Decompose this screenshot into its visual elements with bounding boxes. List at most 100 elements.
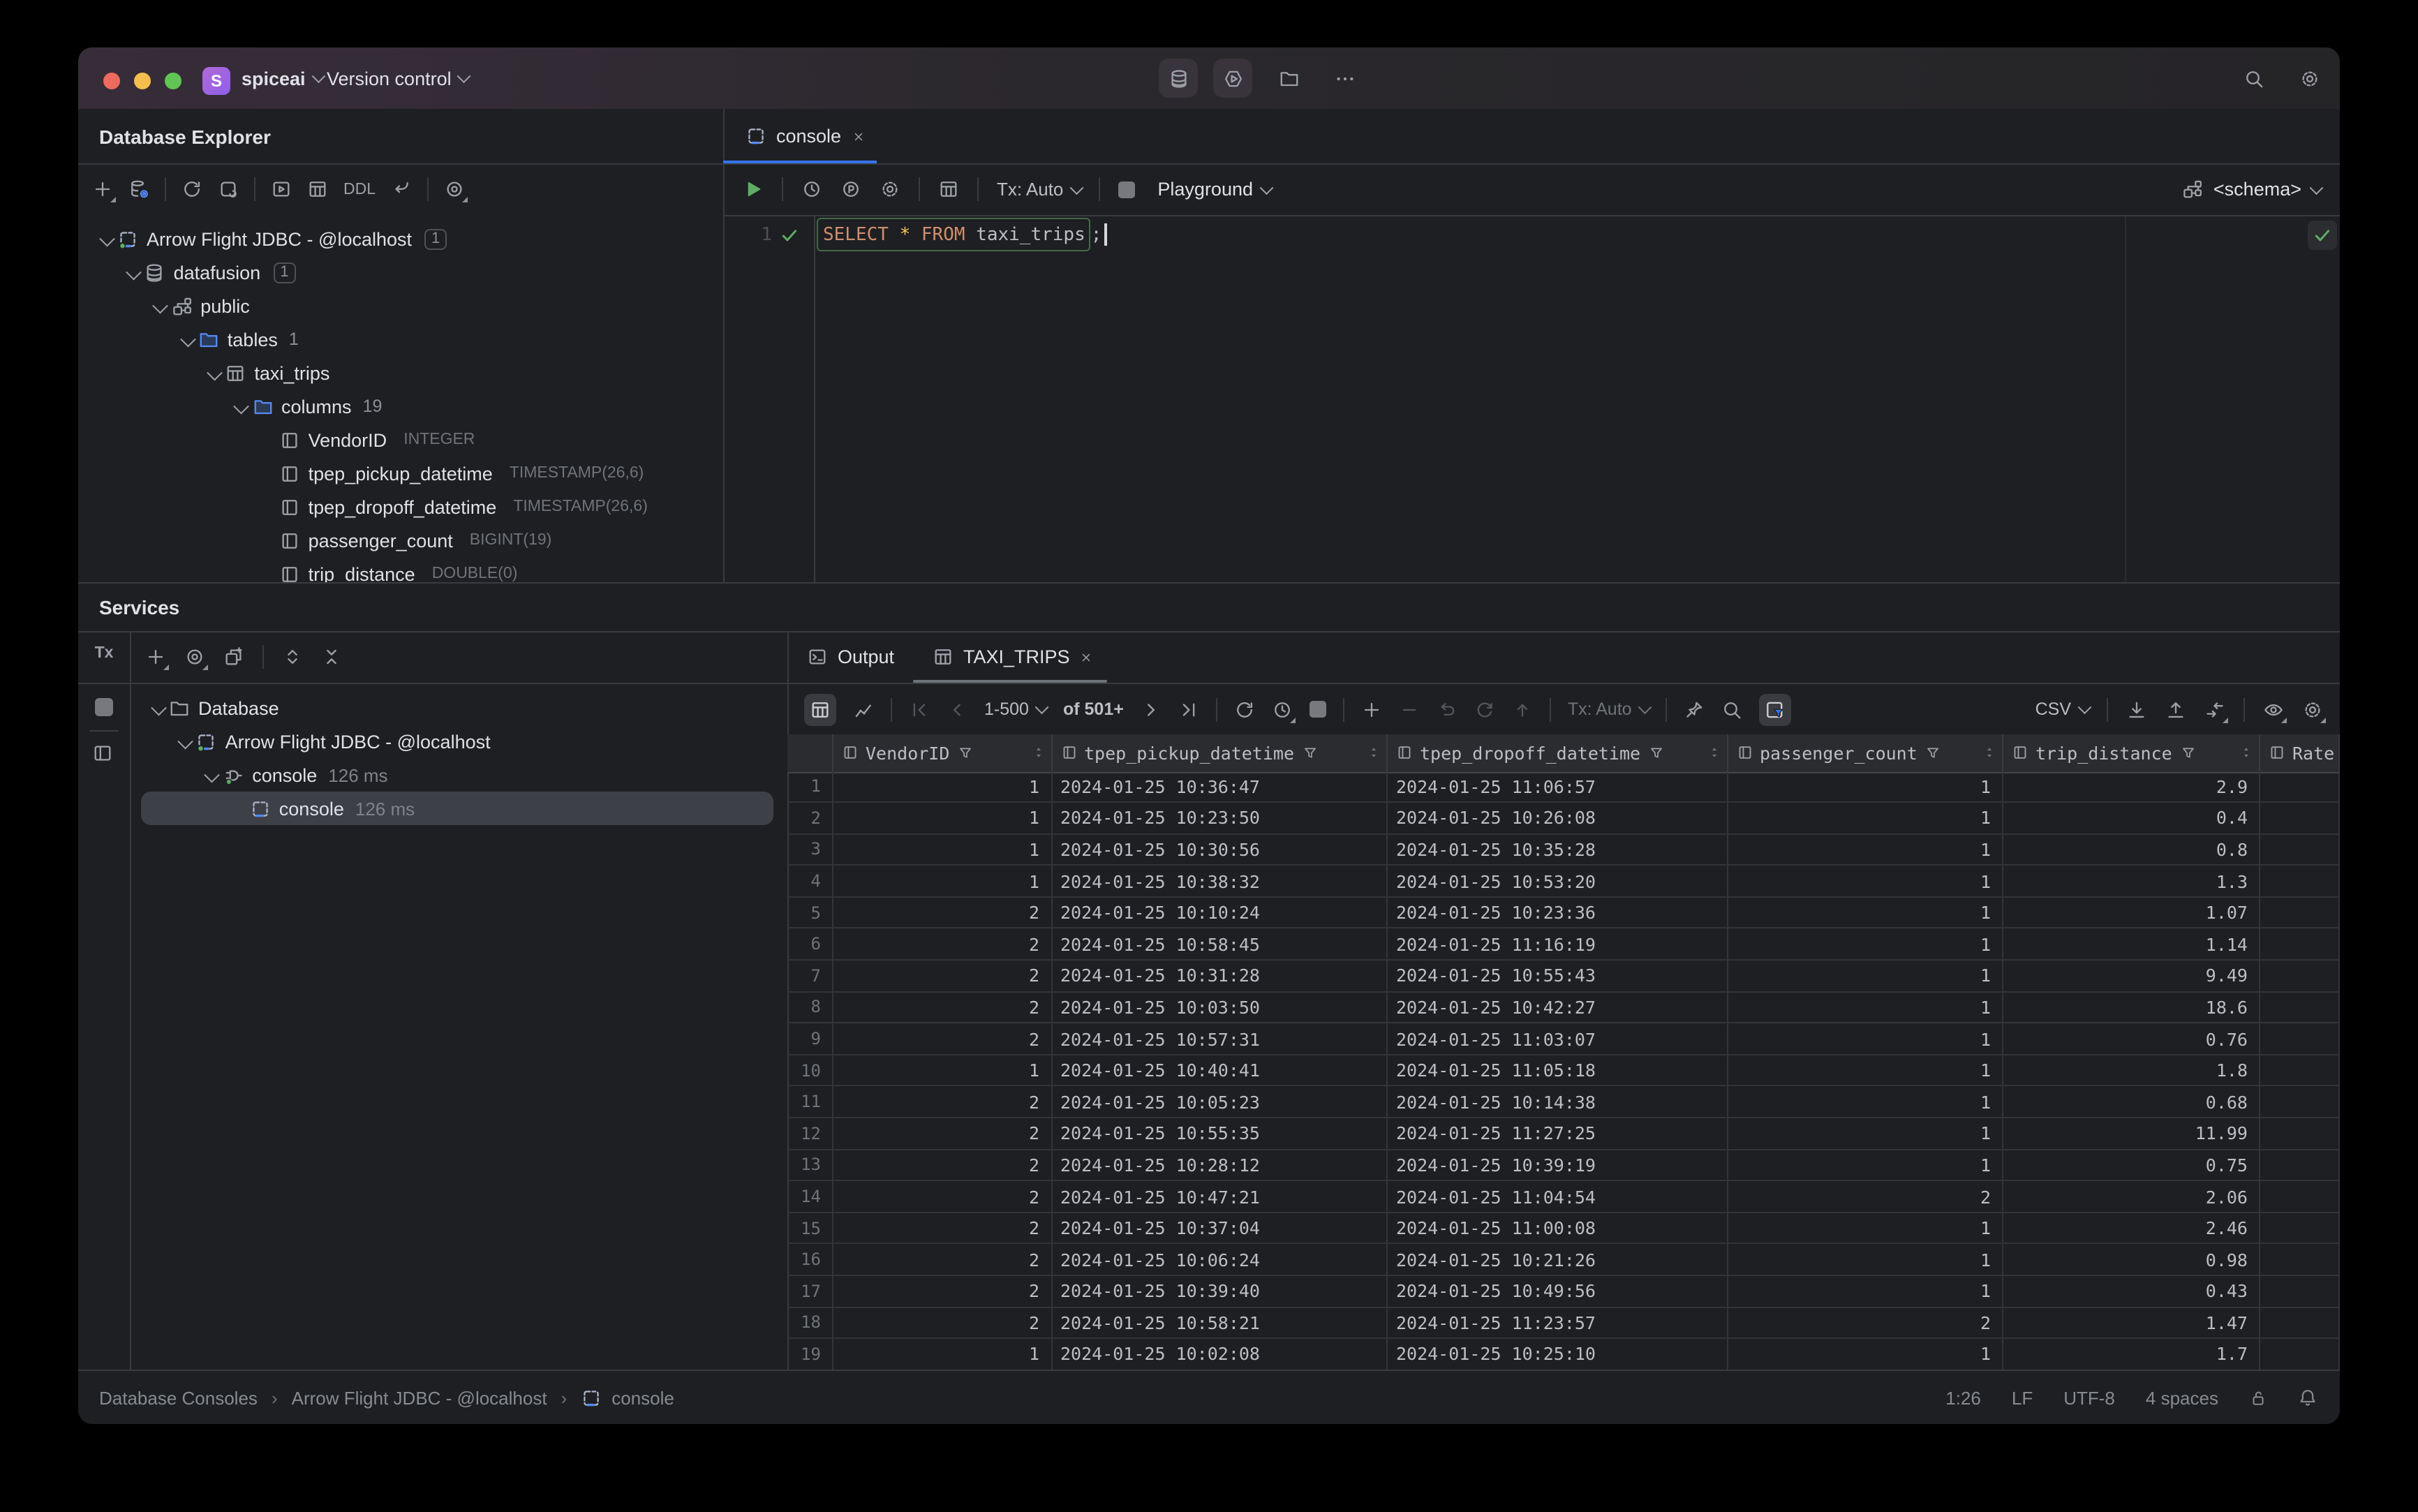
grid-cell[interactable]: 11.99 <box>2003 1118 2260 1150</box>
grid-cell[interactable]: 1 <box>1728 1339 2003 1370</box>
grid-cell[interactable] <box>2260 866 2340 898</box>
sort-icon[interactable] <box>1707 746 1721 760</box>
tree-row[interactable]: columns 19 <box>78 390 723 423</box>
column-header[interactable]: tpep_dropoff_datetime <box>1388 734 1728 771</box>
chart-view-button[interactable] <box>853 699 874 720</box>
grid-cell[interactable]: 2024-01-25 10:23:36 <box>1388 897 1728 929</box>
grid-cell[interactable]: 2024-01-25 10:37:04 <box>1052 1213 1388 1245</box>
grid-cell[interactable]: 2024-01-25 10:26:08 <box>1388 803 1728 835</box>
grid-cell[interactable]: 1 <box>1728 897 2003 929</box>
project-files-button[interactable] <box>1269 59 1308 98</box>
pin-tab-button[interactable] <box>1684 699 1705 720</box>
grid-cell[interactable]: 2 <box>1728 1181 2003 1213</box>
editor-body[interactable]: 1 SELECT * FROM taxi_trips; <box>723 216 2340 582</box>
breadcrumb-item[interactable]: Arrow Flight JDBC - @localhost <box>292 1387 547 1408</box>
grid-cell[interactable]: 2024-01-25 10:40:41 <box>1052 1055 1388 1087</box>
vcs-menu[interactable]: Version control <box>327 47 471 109</box>
new-dashboard-button[interactable] <box>223 646 244 667</box>
more-actions-button[interactable] <box>1325 59 1364 98</box>
table-row[interactable]: 3 1 2024-01-25 10:30:56 2024-01-25 10:35:28… <box>787 834 2340 866</box>
tree-row[interactable]: tpep_dropoff_datetime TIMESTAMP(26,6) <box>78 490 723 524</box>
grid-cell[interactable]: 2024-01-25 10:03:50 <box>1052 992 1388 1024</box>
grid-view-button[interactable] <box>804 693 836 725</box>
grid-cell[interactable]: 2 <box>833 1086 1052 1119</box>
sort-icon[interactable] <box>2239 746 2253 760</box>
services-view-options-button[interactable] <box>184 646 208 670</box>
grid-cell[interactable]: 2024-01-25 10:39:19 <box>1388 1150 1728 1182</box>
grid-cell[interactable]: 2 <box>833 928 1052 961</box>
revert-button[interactable] <box>1437 699 1458 720</box>
grid-cell[interactable]: 1 <box>1728 1213 2003 1245</box>
table-row[interactable]: 9 2 2024-01-25 10:57:31 2024-01-25 11:03:07… <box>787 1023 2340 1055</box>
grid-cell[interactable]: 2 <box>833 1118 1052 1150</box>
grid-cell[interactable]: 2024-01-25 10:05:23 <box>1052 1086 1388 1119</box>
grid-cell[interactable]: 1.47 <box>2003 1307 2260 1340</box>
run-widget-button[interactable] <box>1213 59 1252 98</box>
grid-cell[interactable]: 1 <box>1728 834 2003 866</box>
grid-cell[interactable] <box>2260 1023 2340 1055</box>
add-datasource-button[interactable] <box>92 179 116 202</box>
grid-cell[interactable]: 1 <box>1728 1150 2003 1182</box>
grid-cell[interactable] <box>2260 1181 2340 1213</box>
submit-button[interactable] <box>1512 699 1533 720</box>
grid-cell[interactable]: 1 <box>833 771 1052 803</box>
collapse-all-button[interactable] <box>321 646 342 667</box>
column-header[interactable]: tpep_pickup_datetime <box>1052 734 1388 771</box>
tree-row[interactable]: Arrow Flight JDBC - @localhost <box>130 725 787 758</box>
grid-cell[interactable]: 1 <box>833 834 1052 866</box>
line-ending[interactable]: LF <box>2012 1387 2033 1408</box>
grid-cell[interactable]: 2 <box>833 1150 1052 1182</box>
grid-cell[interactable]: 2024-01-25 10:55:35 <box>1052 1118 1388 1150</box>
table-row[interactable]: 7 2 2024-01-25 10:31:28 2024-01-25 10:55:43… <box>787 961 2340 993</box>
grid-cell[interactable]: 1.8 <box>2003 1055 2260 1087</box>
grid-cell[interactable]: 1 <box>1728 1276 2003 1308</box>
sort-icon[interactable] <box>1367 746 1381 760</box>
chevron-expanded-icon[interactable] <box>180 332 195 347</box>
grid-cell[interactable]: 2 <box>833 961 1052 993</box>
datasource-properties-button[interactable] <box>128 179 149 200</box>
grid-cell[interactable]: 2024-01-25 10:38:32 <box>1052 866 1388 898</box>
grid-cell[interactable]: 2024-01-25 10:25:10 <box>1388 1339 1728 1370</box>
grid-cell[interactable] <box>2260 928 2340 961</box>
filter-icon[interactable] <box>1926 746 1941 761</box>
sort-icon[interactable] <box>1031 746 1045 760</box>
grid-cell[interactable]: 0.43 <box>2003 1276 2260 1308</box>
chevron-expanded-icon[interactable] <box>126 265 142 280</box>
inspection-widget[interactable] <box>2308 221 2337 250</box>
grid-cell[interactable] <box>2260 1339 2340 1370</box>
tree-row[interactable]: console 126 ms <box>130 758 787 792</box>
table-row[interactable]: 15 2 2024-01-25 10:37:04 2024-01-25 11:00:0… <box>787 1213 2340 1245</box>
settings-button[interactable] <box>2290 59 2329 98</box>
grid-cell[interactable]: 2024-01-25 10:23:50 <box>1052 803 1388 835</box>
grid-cell[interactable]: 2024-01-25 10:14:38 <box>1388 1086 1728 1119</box>
grid-cell[interactable]: 2024-01-25 10:28:12 <box>1052 1150 1388 1182</box>
table-row[interactable]: 19 1 2024-01-25 10:02:08 2024-01-25 10:25:1… <box>787 1339 2340 1370</box>
grid-cell[interactable] <box>2260 992 2340 1024</box>
minimize-window-button[interactable] <box>134 73 151 89</box>
ddl-button[interactable]: DDL <box>343 181 376 198</box>
grid-cell[interactable]: 2024-01-25 11:05:18 <box>1388 1055 1728 1087</box>
find-in-grid-button[interactable] <box>1722 699 1743 720</box>
chevron-expanded-icon[interactable] <box>153 298 168 313</box>
results-tx-dropdown[interactable]: Tx: Auto <box>1568 699 1652 719</box>
grid-cell[interactable]: 2.06 <box>2003 1181 2260 1213</box>
breadcrumb-item[interactable]: Database Consoles <box>99 1387 258 1408</box>
chevron-expanded-icon[interactable] <box>234 399 249 414</box>
console-settings-icon[interactable] <box>880 179 900 200</box>
grid-cell[interactable]: 0.98 <box>2003 1244 2260 1276</box>
grid-cell[interactable]: 0.8 <box>2003 834 2260 866</box>
refresh-button[interactable] <box>181 179 202 200</box>
chevron-expanded-icon[interactable] <box>151 700 166 716</box>
grid-cell[interactable]: 1 <box>1728 771 2003 803</box>
table-row[interactable]: 4 1 2024-01-25 10:38:32 2024-01-25 10:53:20… <box>787 866 2340 898</box>
column-header[interactable]: trip_distance <box>2003 734 2260 771</box>
grid-cell[interactable]: 1 <box>1728 1244 2003 1276</box>
grid-cell[interactable] <box>2260 1086 2340 1119</box>
tree-row[interactable]: tables 1 <box>78 323 723 356</box>
table-row[interactable]: 17 2 2024-01-25 10:39:40 2024-01-25 10:49:5… <box>787 1276 2340 1308</box>
file-encoding[interactable]: UTF-8 <box>2063 1387 2115 1408</box>
delete-row-button[interactable] <box>1399 699 1420 720</box>
tree-row[interactable]: tpep_pickup_datetime TIMESTAMP(26,6) <box>78 457 723 490</box>
table-row[interactable]: 5 2 2024-01-25 10:10:24 2024-01-25 10:23:36… <box>787 897 2340 929</box>
tx-mode-dropdown[interactable]: Tx: Auto <box>997 179 1083 200</box>
